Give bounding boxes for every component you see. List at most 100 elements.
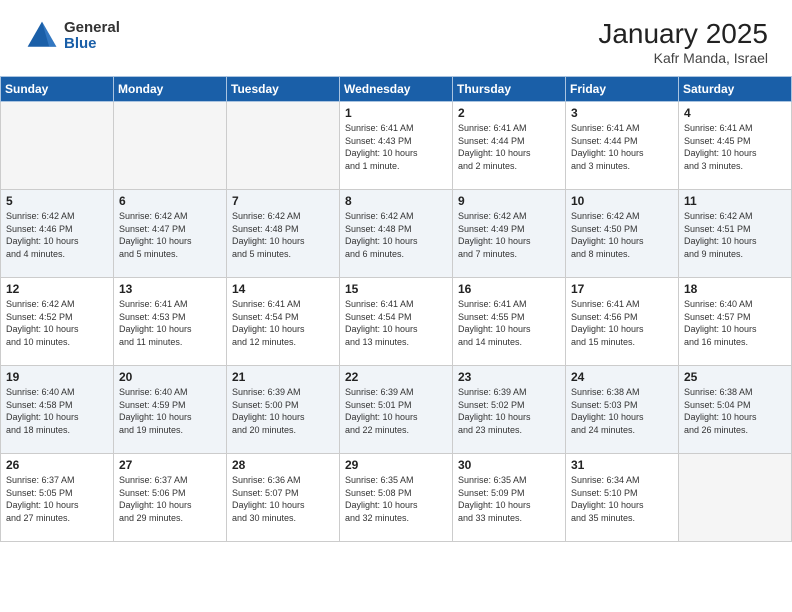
- logo-icon: [24, 18, 60, 54]
- calendar-cell: 20Sunrise: 6:40 AM Sunset: 4:59 PM Dayli…: [114, 366, 227, 454]
- day-number: 6: [119, 194, 221, 208]
- day-info: Sunrise: 6:41 AM Sunset: 4:53 PM Dayligh…: [119, 298, 221, 348]
- day-info: Sunrise: 6:36 AM Sunset: 5:07 PM Dayligh…: [232, 474, 334, 524]
- calendar-cell: 8Sunrise: 6:42 AM Sunset: 4:48 PM Daylig…: [340, 190, 453, 278]
- title-block: January 2025 Kafr Manda, Israel: [598, 18, 768, 66]
- calendar-cell: 5Sunrise: 6:42 AM Sunset: 4:46 PM Daylig…: [1, 190, 114, 278]
- calendar-cell: 26 Sunrise: 6:37 AM Sunset: 5:05 PM Dayli…: [1, 454, 114, 542]
- calendar-cell: [227, 102, 340, 190]
- page-header: General Blue January 2025 Kafr Manda, Is…: [0, 0, 792, 76]
- calendar-cell: [679, 454, 792, 542]
- month-title: January 2025: [598, 18, 768, 50]
- day-info: Sunrise: 6:37 AM Sunset: 5:05 PM Dayligh…: [6, 474, 108, 524]
- calendar-cell: 18 Sunrise: 6:40 AM Sunset: 4:57 PM Dayli…: [679, 278, 792, 366]
- day-number: 18: [684, 282, 786, 296]
- calendar-cell: 10 Sunrise: 6:42 AM Sunset: 4:50 PM Dayli…: [566, 190, 679, 278]
- day-number: 19: [6, 370, 108, 384]
- day-number: 28: [232, 458, 334, 472]
- day-info: Sunrise: 6:34 AM Sunset: 5:10 PM Dayligh…: [571, 474, 673, 524]
- day-number: 23: [458, 370, 560, 384]
- day-info: Sunrise: 6:42 AM Sunset: 4:48 PM Dayligh…: [232, 210, 334, 260]
- day-number: 24: [571, 370, 673, 384]
- day-number: 14: [232, 282, 334, 296]
- calendar-cell: 30Sunrise: 6:35 AM Sunset: 5:09 PM Dayli…: [453, 454, 566, 542]
- calendar-week-row: 19 Sunrise: 6:40 AM Sunset: 4:58 PM Dayli…: [1, 366, 792, 454]
- weekday-header: Thursday: [453, 77, 566, 102]
- day-info: Sunrise: 6:37 AM Sunset: 5:06 PM Dayligh…: [119, 474, 221, 524]
- day-number: 30: [458, 458, 560, 472]
- calendar-cell: 13 Sunrise: 6:41 AM Sunset: 4:53 PM Dayli…: [114, 278, 227, 366]
- day-info: Sunrise: 6:42 AM Sunset: 4:46 PM Dayligh…: [6, 210, 108, 260]
- day-number: 17: [571, 282, 673, 296]
- day-number: 10: [571, 194, 673, 208]
- day-number: 26: [6, 458, 108, 472]
- calendar-cell: 1 Sunrise: 6:41 AM Sunset: 4:43 PM Daylig…: [340, 102, 453, 190]
- day-info: Sunrise: 6:39 AM Sunset: 5:01 PM Dayligh…: [345, 386, 447, 436]
- weekday-header: Wednesday: [340, 77, 453, 102]
- weekday-header-row: SundayMondayTuesdayWednesdayThursdayFrid…: [1, 77, 792, 102]
- calendar-cell: 7Sunrise: 6:42 AM Sunset: 4:48 PM Daylig…: [227, 190, 340, 278]
- calendar-cell: 11 Sunrise: 6:42 AM Sunset: 4:51 PM Dayli…: [679, 190, 792, 278]
- calendar-cell: 19 Sunrise: 6:40 AM Sunset: 4:58 PM Dayli…: [1, 366, 114, 454]
- day-number: 27: [119, 458, 221, 472]
- day-number: 3: [571, 106, 673, 120]
- day-number: 21: [232, 370, 334, 384]
- day-info: Sunrise: 6:42 AM Sunset: 4:50 PM Dayligh…: [571, 210, 673, 260]
- logo-general-text: General: [64, 20, 120, 37]
- day-info: Sunrise: 6:42 AM Sunset: 4:49 PM Dayligh…: [458, 210, 560, 260]
- calendar-cell: 14 Sunrise: 6:41 AM Sunset: 4:54 PM Dayli…: [227, 278, 340, 366]
- day-number: 11: [684, 194, 786, 208]
- logo-blue-text: Blue: [64, 36, 120, 53]
- calendar-cell: 16Sunrise: 6:41 AM Sunset: 4:55 PM Dayli…: [453, 278, 566, 366]
- weekday-header: Tuesday: [227, 77, 340, 102]
- calendar-cell: 31 Sunrise: 6:34 AM Sunset: 5:10 PM Dayli…: [566, 454, 679, 542]
- day-number: 1: [345, 106, 447, 120]
- day-number: 20: [119, 370, 221, 384]
- day-number: 31: [571, 458, 673, 472]
- day-number: 9: [458, 194, 560, 208]
- day-info: Sunrise: 6:41 AM Sunset: 4:44 PM Dayligh…: [571, 122, 673, 172]
- day-number: 15: [345, 282, 447, 296]
- calendar-cell: 27 Sunrise: 6:37 AM Sunset: 5:06 PM Dayli…: [114, 454, 227, 542]
- day-info: Sunrise: 6:38 AM Sunset: 5:03 PM Dayligh…: [571, 386, 673, 436]
- day-number: 16: [458, 282, 560, 296]
- day-info: Sunrise: 6:41 AM Sunset: 4:43 PM Dayligh…: [345, 122, 447, 172]
- calendar-week-row: 26 Sunrise: 6:37 AM Sunset: 5:05 PM Dayli…: [1, 454, 792, 542]
- day-info: Sunrise: 6:39 AM Sunset: 5:02 PM Dayligh…: [458, 386, 560, 436]
- day-number: 13: [119, 282, 221, 296]
- weekday-header: Sunday: [1, 77, 114, 102]
- day-info: Sunrise: 6:41 AM Sunset: 4:44 PM Dayligh…: [458, 122, 560, 172]
- calendar-cell: 17 Sunrise: 6:41 AM Sunset: 4:56 PM Dayli…: [566, 278, 679, 366]
- calendar-cell: 23 Sunrise: 6:39 AM Sunset: 5:02 PM Dayli…: [453, 366, 566, 454]
- calendar-cell: 12Sunrise: 6:42 AM Sunset: 4:52 PM Dayli…: [1, 278, 114, 366]
- calendar-cell: 15 Sunrise: 6:41 AM Sunset: 4:54 PM Dayli…: [340, 278, 453, 366]
- calendar-cell: 28 Sunrise: 6:36 AM Sunset: 5:07 PM Dayli…: [227, 454, 340, 542]
- day-info: Sunrise: 6:40 AM Sunset: 4:58 PM Dayligh…: [6, 386, 108, 436]
- day-info: Sunrise: 6:41 AM Sunset: 4:56 PM Dayligh…: [571, 298, 673, 348]
- logo: General Blue: [24, 18, 120, 54]
- calendar-table: SundayMondayTuesdayWednesdayThursdayFrid…: [0, 76, 792, 542]
- day-number: 2: [458, 106, 560, 120]
- day-number: 8: [345, 194, 447, 208]
- day-info: Sunrise: 6:35 AM Sunset: 5:08 PM Dayligh…: [345, 474, 447, 524]
- calendar-cell: [114, 102, 227, 190]
- day-info: Sunrise: 6:38 AM Sunset: 5:04 PM Dayligh…: [684, 386, 786, 436]
- day-number: 25: [684, 370, 786, 384]
- weekday-header: Saturday: [679, 77, 792, 102]
- day-info: Sunrise: 6:42 AM Sunset: 4:51 PM Dayligh…: [684, 210, 786, 260]
- day-info: Sunrise: 6:41 AM Sunset: 4:54 PM Dayligh…: [345, 298, 447, 348]
- day-info: Sunrise: 6:39 AM Sunset: 5:00 PM Dayligh…: [232, 386, 334, 436]
- calendar-cell: 29Sunrise: 6:35 AM Sunset: 5:08 PM Dayli…: [340, 454, 453, 542]
- calendar-cell: 22Sunrise: 6:39 AM Sunset: 5:01 PM Dayli…: [340, 366, 453, 454]
- calendar-cell: [1, 102, 114, 190]
- location-subtitle: Kafr Manda, Israel: [598, 50, 768, 66]
- calendar-cell: 24 Sunrise: 6:38 AM Sunset: 5:03 PM Dayli…: [566, 366, 679, 454]
- day-info: Sunrise: 6:41 AM Sunset: 4:54 PM Dayligh…: [232, 298, 334, 348]
- day-number: 12: [6, 282, 108, 296]
- calendar-cell: 3 Sunrise: 6:41 AM Sunset: 4:44 PM Daylig…: [566, 102, 679, 190]
- day-info: Sunrise: 6:41 AM Sunset: 4:45 PM Dayligh…: [684, 122, 786, 172]
- calendar-cell: 4Sunrise: 6:41 AM Sunset: 4:45 PM Daylig…: [679, 102, 792, 190]
- calendar-cell: 21 Sunrise: 6:39 AM Sunset: 5:00 PM Dayli…: [227, 366, 340, 454]
- day-info: Sunrise: 6:40 AM Sunset: 4:57 PM Dayligh…: [684, 298, 786, 348]
- day-info: Sunrise: 6:42 AM Sunset: 4:47 PM Dayligh…: [119, 210, 221, 260]
